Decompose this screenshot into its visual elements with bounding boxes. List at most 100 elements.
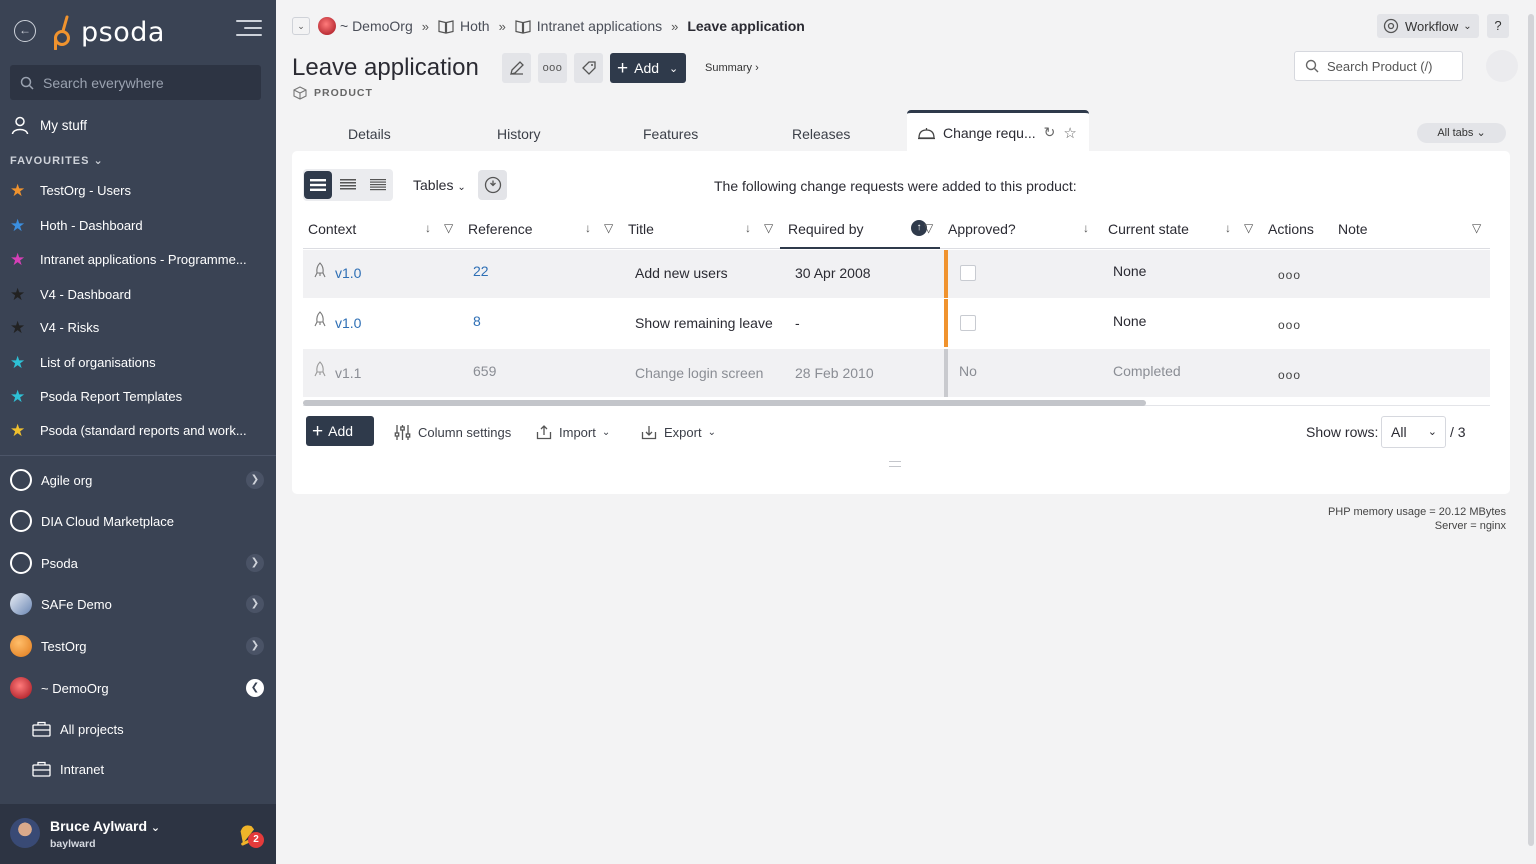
approved-cell[interactable]: No — [959, 363, 977, 379]
chevron-right-icon[interactable]: ❯ — [246, 637, 264, 655]
favourite-item[interactable]: ★ List of organisations — [10, 351, 250, 373]
reference-link[interactable]: 8 — [473, 313, 481, 329]
state-cell[interactable]: None — [1113, 313, 1146, 329]
required-by-cell[interactable]: 30 Apr 2008 — [795, 265, 871, 281]
avatar[interactable] — [10, 818, 40, 848]
export-button[interactable]: Export ⌄ — [641, 424, 716, 440]
workflow-button[interactable]: Workflow ⌄ — [1377, 14, 1479, 38]
my-stuff-link[interactable]: My stuff — [10, 114, 87, 136]
add-change-request-button[interactable]: + Add — [306, 416, 374, 446]
column-header-required-by[interactable]: Required by — [788, 221, 864, 237]
help-button[interactable]: ? — [1487, 14, 1509, 38]
column-header-current-state[interactable]: Current state — [1108, 221, 1189, 237]
reference-link[interactable]: 22 — [473, 263, 489, 279]
required-by-cell[interactable]: - — [795, 315, 800, 331]
required-by-cell[interactable]: 28 Feb 2010 — [795, 365, 874, 381]
state-cell[interactable]: Completed — [1113, 363, 1181, 379]
tab-history[interactable]: History — [497, 126, 541, 142]
state-cell[interactable]: None — [1113, 263, 1146, 279]
auto-refresh-button[interactable] — [478, 170, 507, 200]
breadcrumb-item[interactable]: ~ DemoOrg — [340, 18, 413, 34]
favourite-item[interactable]: ★ TestOrg - Users — [10, 179, 250, 201]
view-comfortable-button[interactable] — [304, 171, 332, 199]
collapse-sidebar-icon[interactable] — [236, 20, 262, 40]
all-tabs-button[interactable]: All tabs ⌄ — [1417, 123, 1506, 143]
sub-item-intranet[interactable]: Intranet — [32, 758, 104, 780]
filter-icon[interactable]: ▽ — [924, 221, 933, 235]
import-button[interactable]: Import ⌄ — [536, 424, 610, 440]
star-outline-icon[interactable]: ☆ — [1063, 124, 1076, 142]
filter-icon[interactable]: ▽ — [764, 221, 773, 235]
sidebar-search[interactable] — [10, 65, 261, 100]
title-cell[interactable]: Change login screen — [635, 365, 763, 381]
table-row[interactable]: v1.1 659 Change login screen 28 Feb 2010… — [303, 349, 1490, 397]
org-item-safe-demo[interactable]: SAFe Demo ❯ — [10, 591, 270, 617]
title-cell[interactable]: Add new users — [635, 265, 728, 281]
org-item-psoda[interactable]: Psoda ❯ — [10, 550, 270, 576]
tab-releases[interactable]: Releases — [792, 126, 850, 142]
favourites-heading[interactable]: FAVOURITES ⌄ — [10, 154, 104, 167]
column-header-context[interactable]: Context — [308, 221, 356, 237]
filter-icon[interactable]: ▽ — [1472, 221, 1481, 235]
sort-arrow-icon[interactable]: ↓ — [1083, 221, 1089, 235]
org-item-agile-org[interactable]: Agile org ❯ — [10, 467, 270, 493]
reference-link[interactable]: 659 — [473, 363, 496, 379]
view-dense-button[interactable] — [364, 171, 392, 199]
chevron-right-icon[interactable]: ❯ — [246, 471, 264, 489]
search-product-input[interactable] — [1327, 58, 1452, 74]
filter-icon[interactable]: ▽ — [444, 221, 453, 235]
psoda-logo[interactable]: psoda — [50, 12, 165, 52]
product-search[interactable] — [1294, 51, 1463, 81]
user-name[interactable]: Bruce Aylward ⌄ — [50, 818, 160, 834]
summary-link[interactable]: Summary › — [705, 62, 759, 74]
more-options-button[interactable]: ooo — [538, 53, 567, 83]
favourite-item[interactable]: ★ Hoth - Dashboard — [10, 214, 250, 236]
tab-details[interactable]: Details — [348, 126, 391, 142]
tab-change-requests[interactable]: Change requ... ↻ ☆ — [907, 110, 1089, 152]
chevron-down-icon[interactable]: ❮ — [246, 679, 264, 697]
horizontal-scrollbar[interactable] — [303, 400, 1146, 406]
favourite-item[interactable]: ★ Intranet applications - Programme... — [10, 248, 250, 270]
sort-arrow-icon[interactable]: ↓ — [745, 221, 751, 235]
context-link[interactable]: v1.1 — [335, 365, 361, 381]
column-header-approved[interactable]: Approved? — [948, 221, 1016, 237]
row-actions-icon[interactable]: ooo — [1278, 368, 1301, 382]
column-settings-button[interactable]: Column settings — [394, 424, 511, 441]
back-icon[interactable]: ← — [14, 20, 36, 42]
chevron-right-icon[interactable]: ❯ — [246, 554, 264, 572]
favourite-item[interactable]: ★ V4 - Dashboard — [10, 283, 250, 305]
tag-button[interactable] — [574, 53, 603, 83]
column-header-note[interactable]: Note — [1338, 221, 1368, 237]
context-link[interactable]: v1.0 — [335, 265, 361, 281]
favourite-item[interactable]: ★ V4 - Risks — [10, 316, 250, 338]
table-row[interactable]: v1.0 22 Add new users 30 Apr 2008 None o… — [303, 250, 1490, 298]
edit-corner-icon[interactable] — [1486, 50, 1518, 82]
search-everywhere-input[interactable] — [43, 74, 243, 91]
column-header-title[interactable]: Title — [628, 221, 654, 237]
table-row[interactable]: v1.0 8 Show remaining leave - None ooo — [303, 299, 1490, 347]
breadcrumb-item[interactable]: Hoth — [460, 18, 490, 34]
rows-per-page-select[interactable]: All ⌄ — [1381, 416, 1446, 448]
context-link[interactable]: v1.0 — [335, 315, 361, 331]
add-button[interactable]: + Add ⌄ — [610, 53, 686, 83]
favourite-item[interactable]: ★ Psoda (standard reports and work... — [10, 419, 250, 441]
row-actions-icon[interactable]: ooo — [1278, 318, 1301, 332]
sort-arrow-icon[interactable]: ↓ — [425, 221, 431, 235]
edit-button[interactable] — [502, 53, 531, 83]
column-header-reference[interactable]: Reference — [468, 221, 533, 237]
tables-dropdown[interactable]: Tables ⌄ — [413, 177, 466, 193]
favourite-item[interactable]: ★ Psoda Report Templates — [10, 385, 250, 407]
breadcrumb-item[interactable]: Intranet applications — [537, 18, 662, 34]
filter-icon[interactable]: ▽ — [604, 221, 613, 235]
approved-checkbox[interactable] — [960, 315, 976, 331]
refresh-icon[interactable]: ↻ — [1044, 124, 1056, 141]
row-actions-icon[interactable]: ooo — [1278, 268, 1301, 282]
page-scrollbar[interactable] — [1528, 14, 1534, 846]
org-item-dia-cloud[interactable]: DIA Cloud Marketplace — [10, 508, 270, 534]
approved-checkbox[interactable] — [960, 265, 976, 281]
sub-item-all-projects[interactable]: All projects — [32, 718, 124, 740]
tab-features[interactable]: Features — [643, 126, 698, 142]
resize-handle-icon[interactable] — [889, 461, 901, 467]
chevron-right-icon[interactable]: ❯ — [246, 595, 264, 613]
org-item-demoorg[interactable]: ~ DemoOrg ❮ — [10, 675, 270, 701]
